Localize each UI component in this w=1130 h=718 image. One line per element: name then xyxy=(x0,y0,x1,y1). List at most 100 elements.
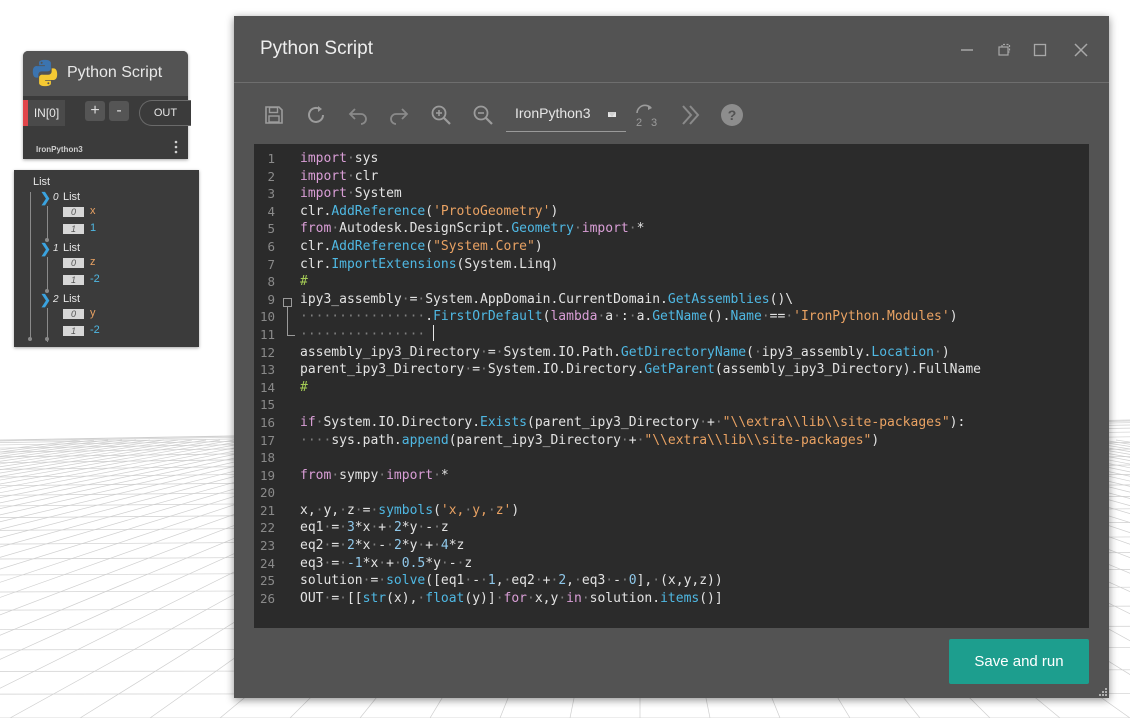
tree-line xyxy=(47,206,48,240)
fold-guide xyxy=(287,335,295,336)
line-source: ····sys.path.append(parent_ipy3_Director… xyxy=(300,432,880,448)
code-line[interactable]: 15 xyxy=(254,396,1089,414)
title-separator xyxy=(234,82,1109,83)
resize-grip-icon[interactable] xyxy=(1098,687,1108,697)
expand-chevron-icon[interactable]: ❯ xyxy=(40,190,51,206)
code-line[interactable]: 19 from·sympy·import·* xyxy=(254,467,1089,485)
line-number: 9 xyxy=(267,291,275,307)
fold-guide xyxy=(287,307,288,336)
convert-tabs-to-spaces-icon[interactable]: 2 3 xyxy=(634,102,662,128)
expand-chevron-icon[interactable]: ❯ xyxy=(40,292,51,308)
line-number: 20 xyxy=(259,485,275,501)
line-source: clr.AddReference("System.Core") xyxy=(300,238,543,254)
item-index: 1 xyxy=(63,275,84,285)
node-output-preview: List ❯ 0 List 0 x 1 1 ❯ 1 List 0 z 1 -2 … xyxy=(14,170,199,347)
code-line[interactable]: 14 # xyxy=(254,379,1089,397)
maximize-icon[interactable] xyxy=(1032,42,1048,58)
help-icon[interactable]: ? xyxy=(719,102,745,128)
code-line[interactable]: 16 if·System.IO.Directory.Exists(parent_i… xyxy=(254,414,1089,432)
item-index: 0 xyxy=(63,207,84,217)
code-line[interactable]: 21 x,·y,·z·=·symbols('x,·y,·z') xyxy=(254,502,1089,520)
code-line[interactable]: 2 import·clr xyxy=(254,168,1089,186)
line-source: solution·=·solve([eq1·-·1,·eq2·+·2,·eq3·… xyxy=(300,573,723,589)
line-source: OUT·=·[[str(x),·float(y)]·for·x,y·in·sol… xyxy=(300,590,723,606)
line-number: 13 xyxy=(259,362,275,378)
zoom-out-icon[interactable] xyxy=(470,102,496,128)
line-source: assembly_ipy3_Directory·=·System.IO.Path… xyxy=(300,344,950,360)
code-line[interactable]: 9 ipy3_assembly·=·System.AppDomain.Curren… xyxy=(254,291,1089,309)
python-logo-icon xyxy=(32,59,58,87)
save-icon[interactable] xyxy=(261,102,287,128)
python-script-node[interactable]: Python Script IN[0] + - OUT IronPython3 xyxy=(23,51,191,159)
line-number: 23 xyxy=(259,538,275,554)
node-menu-icon[interactable] xyxy=(173,139,179,155)
chevron-down-icon xyxy=(608,112,616,117)
code-line[interactable]: 17 ····sys.path.append(parent_ipy3_Direct… xyxy=(254,432,1089,450)
code-line[interactable]: 8 # xyxy=(254,273,1089,291)
line-number: 8 xyxy=(267,274,275,290)
more-icon[interactable] xyxy=(678,102,704,128)
code-line[interactable]: 7 clr.ImportExtensions(System.Linq) xyxy=(254,256,1089,274)
line-number: 6 xyxy=(267,238,275,254)
node-header[interactable]: Python Script xyxy=(23,51,188,96)
code-line[interactable]: 11 ················ xyxy=(254,326,1089,344)
code-line[interactable]: 3 import·System xyxy=(254,185,1089,203)
redo-icon[interactable] xyxy=(386,102,412,128)
line-number: 7 xyxy=(267,256,275,272)
item-value: y xyxy=(90,307,96,319)
code-editor[interactable]: 1 import·sys 2 import·clr 3 import·System 4 clr… xyxy=(254,144,1089,628)
input-port-in0[interactable]: IN[0] xyxy=(23,100,65,126)
code-line[interactable]: 25 solution·=·solve([eq1·-·1,·eq2·+·2,·eq… xyxy=(254,572,1089,590)
line-source: ipy3_assembly·=·System.AppDomain.Current… xyxy=(300,291,794,307)
item-index: 0 xyxy=(63,258,84,268)
line-source: ················.FirstOrDefault(lambda·a… xyxy=(300,309,958,325)
engine-selector-dropdown[interactable]: IronPython3 xyxy=(506,100,626,132)
save-and-run-button[interactable]: Save and run xyxy=(949,639,1089,684)
line-source: eq1·=·3*x·+·2*y·-·z xyxy=(300,520,449,536)
code-line[interactable]: 12 assembly_ipy3_Directory·=·System.IO.Pa… xyxy=(254,344,1089,362)
code-line[interactable]: 13 parent_ipy3_Directory·=·System.IO.Dire… xyxy=(254,361,1089,379)
code-line[interactable]: 23 eq2·=·2*x·-·2*y·+·4*z xyxy=(254,537,1089,555)
code-line[interactable]: 10 ················.FirstOrDefault(lambda… xyxy=(254,308,1089,326)
code-line[interactable]: 4 clr.AddReference('ProtoGeometry') xyxy=(254,203,1089,221)
fold-toggle-icon[interactable] xyxy=(283,298,292,307)
python-script-editor-window[interactable]: Python Script IronPython3 2 3 ? 1 import… xyxy=(234,16,1109,698)
line-number: 2 xyxy=(267,168,275,184)
item-index: 0 xyxy=(63,309,84,319)
code-line[interactable]: 18 xyxy=(254,449,1089,467)
line-number: 19 xyxy=(259,467,275,483)
output-port-out[interactable]: OUT xyxy=(139,100,191,126)
expand-chevron-icon[interactable]: ❯ xyxy=(40,241,51,257)
line-number: 17 xyxy=(259,432,275,448)
line-source: x,·y,·z·=·symbols('x,·y,·z') xyxy=(300,502,520,518)
remove-input-button[interactable]: - xyxy=(109,101,129,121)
minimize-icon[interactable] xyxy=(959,42,975,58)
code-line[interactable]: 22 eq1·=·3*x·+·2*y·-·z xyxy=(254,519,1089,537)
preview-root-label: List xyxy=(33,176,51,188)
reload-icon[interactable] xyxy=(303,102,329,128)
dock-icon[interactable] xyxy=(996,42,1012,58)
line-number: 18 xyxy=(259,450,275,466)
tree-line xyxy=(30,192,31,339)
code-lines[interactable]: 1 import·sys 2 import·clr 3 import·System 4 clr… xyxy=(254,150,1089,607)
code-line[interactable]: 24 eq3·=·-1*x·+·0.5*y·-·z xyxy=(254,555,1089,573)
close-icon[interactable] xyxy=(1073,42,1089,58)
group-index: 0 xyxy=(53,192,59,203)
group-label: List xyxy=(63,242,81,254)
code-line[interactable]: 26 OUT·=·[[str(x),·float(y)]·for·x,y·in·s… xyxy=(254,590,1089,608)
code-line[interactable]: 20 xyxy=(254,484,1089,502)
line-source: ················ xyxy=(300,326,426,342)
add-input-button[interactable]: + xyxy=(85,101,105,121)
tree-dot xyxy=(45,337,49,341)
code-line[interactable]: 1 import·sys xyxy=(254,150,1089,168)
item-value: 1 xyxy=(90,222,97,234)
item-index: 1 xyxy=(63,326,84,336)
line-source: # xyxy=(300,274,308,290)
code-line[interactable]: 6 clr.AddReference("System.Core") xyxy=(254,238,1089,256)
undo-icon[interactable] xyxy=(345,102,371,128)
code-line[interactable]: 5 from·Autodesk.DesignScript.Geometry·imp… xyxy=(254,220,1089,238)
line-number: 16 xyxy=(259,414,275,430)
zoom-in-icon[interactable] xyxy=(428,102,454,128)
line-source: if·System.IO.Directory.Exists(parent_ipy… xyxy=(300,414,966,430)
line-number: 24 xyxy=(259,555,275,571)
